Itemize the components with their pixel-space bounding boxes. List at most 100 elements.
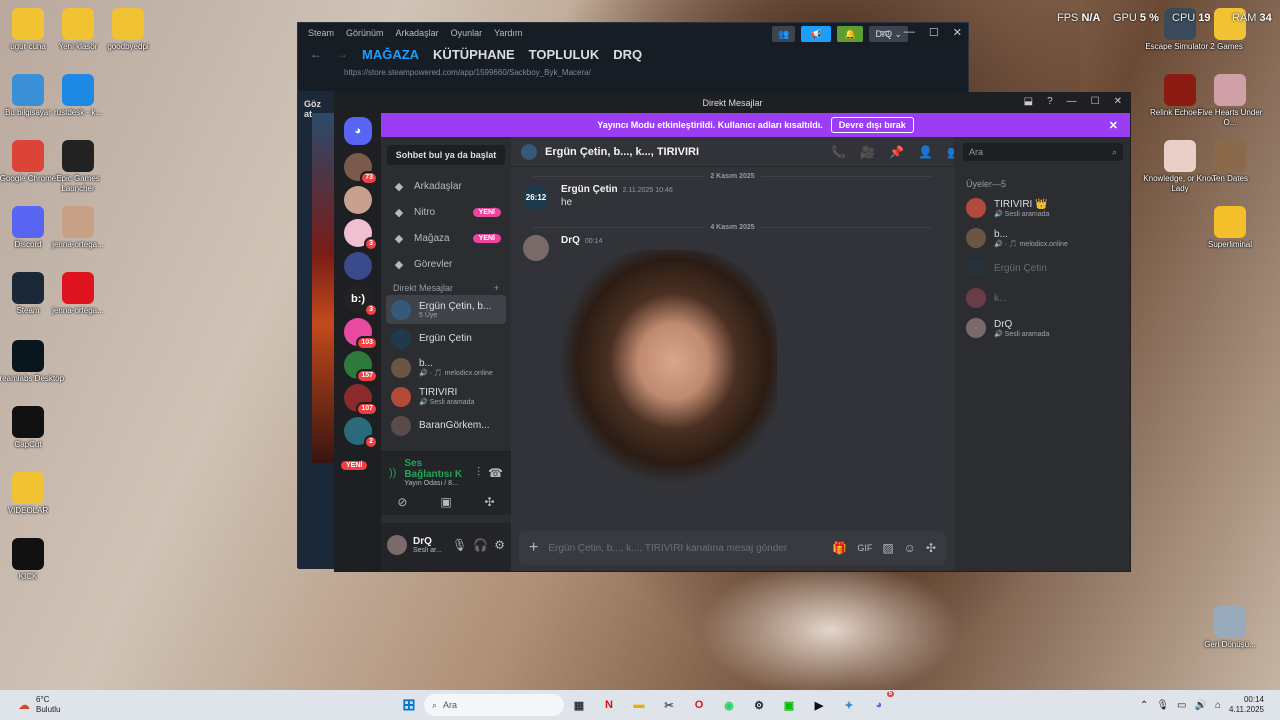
desktop-icon[interactable]: Geri Dönüşü... <box>1192 606 1268 650</box>
dm-item[interactable]: BaranGörkem... <box>386 411 506 440</box>
activities-icon[interactable]: ✣ <box>485 495 495 509</box>
steam-menu-games[interactable]: Oyunlar <box>451 28 483 38</box>
desktop-icon[interactable]: jenna-ortega... <box>40 206 116 250</box>
monitor-icon[interactable]: ▭ <box>880 26 890 39</box>
netflix-icon[interactable]: N <box>598 694 620 716</box>
snipping-tool-icon[interactable]: ✂ <box>658 694 680 716</box>
weather-widget[interactable]: ☁ 6°C Bulutlu <box>0 695 300 715</box>
desktop-icon[interactable]: Streamlabs Desktop <box>0 340 66 384</box>
server-icon[interactable]: b:) 3 <box>344 285 378 317</box>
tab-profile[interactable]: DRQ <box>613 47 642 62</box>
disable-streamer-button[interactable]: Devre dışı bırak <box>830 117 914 133</box>
settings-gear-icon[interactable]: ⚙ <box>494 538 505 552</box>
soundboard-icon[interactable]: ⫶ <box>477 465 480 480</box>
find-conversation-button[interactable]: Sohbet bul ya da başlat <box>387 145 505 165</box>
message-input[interactable] <box>548 542 823 554</box>
notification-bell-icon[interactable]: 🔔 <box>837 26 864 42</box>
opera-icon[interactable]: O <box>688 694 710 716</box>
volume-icon[interactable]: 🔊 <box>1195 700 1207 711</box>
screen-share-icon[interactable]: ▣ <box>440 495 451 509</box>
close-icon[interactable]: ✕ <box>1109 119 1118 132</box>
desktop-icon[interactable]: Epic Games Launcher <box>40 140 116 194</box>
windows-start-icon[interactable]: ⊞ <box>398 694 420 716</box>
message-author[interactable]: Ergün Çetin <box>561 184 618 195</box>
steam-menu-view[interactable]: Görünüm <box>346 28 384 38</box>
member-item[interactable]: Ergün Çetin <box>954 253 1130 283</box>
search-input[interactable]: Ara ⌕ <box>963 143 1123 161</box>
dm-item[interactable]: TIRIVIRI 🔊 Sesli aramada <box>386 382 506 411</box>
desktop-icon[interactable]: goodbyedpi <box>90 8 166 52</box>
desktop-icon[interactable]: Five Hearts Under O... <box>1192 74 1268 128</box>
avatar[interactable]: 26:12 <box>523 184 549 210</box>
tab-community[interactable]: TOPLULUK <box>529 47 600 62</box>
steam-menu-friends[interactable]: Arkadaşlar <box>396 28 439 38</box>
display-icon[interactable]: ▭ <box>1177 700 1186 711</box>
desktop-icon[interactable]: jenna-ortega... <box>40 272 116 316</box>
steam-url[interactable]: https://store.steampowered.com/app/15996… <box>298 65 968 81</box>
emoji-icon[interactable]: ☺ <box>904 541 916 555</box>
network-icon[interactable]: ⌂ <box>1215 700 1221 711</box>
nav-item[interactable]: ◆ Görevler <box>381 251 511 277</box>
add-dm-icon[interactable]: + <box>494 283 499 293</box>
headphones-icon[interactable]: 🎧 <box>473 538 488 552</box>
member-item[interactable]: b... 🔊 · 🎵 melodicx.online <box>954 223 1130 253</box>
member-item[interactable]: k... <box>954 283 1130 313</box>
back-arrow-icon[interactable]: ← <box>310 47 322 61</box>
desktop-icon[interactable]: KICK <box>0 538 66 582</box>
tab-library[interactable]: KÜTÜPHANE <box>433 47 515 62</box>
server-icon[interactable] <box>344 186 372 214</box>
minimize-icon[interactable]: — <box>1067 96 1077 107</box>
apps-icon[interactable]: ✣ <box>926 541 936 555</box>
desktop-icon[interactable]: CapCut <box>0 406 66 450</box>
voice-status[interactable]: Ses Bağlantısı K <box>404 458 469 480</box>
close-icon[interactable]: ✕ <box>1114 96 1122 107</box>
streamlabs-icon[interactable]: ▣ <box>778 694 800 716</box>
avatar[interactable] <box>387 535 407 555</box>
tab-store[interactable]: MAĞAZA <box>362 47 419 62</box>
member-item[interactable]: TIRIVIRI 👑 🔊 Sesli aramada <box>954 193 1130 223</box>
dm-item[interactable]: b... 🔊 · 🎵 melodicx.online <box>386 353 506 382</box>
network-app-icon[interactable]: ✦ <box>838 694 860 716</box>
discord-icon[interactable]: ◕ 5 <box>868 691 894 716</box>
voice-call-icon[interactable]: 📞 <box>831 145 846 159</box>
steam-menu-steam[interactable]: Steam <box>308 28 334 38</box>
server-icon[interactable]: 103 <box>344 318 378 350</box>
server-icon[interactable]: 2 <box>344 417 378 449</box>
forward-arrow-icon[interactable]: → <box>336 47 348 61</box>
nav-item[interactable]: ◆ Mağaza YENİ <box>381 225 511 251</box>
taskbar-search[interactable]: ⌕ Ara <box>424 694 564 716</box>
dm-item[interactable]: Ergün Çetin, b... 5 Üye <box>386 295 506 324</box>
desktop-icon[interactable]: rustdesk - k... <box>40 74 116 118</box>
voice-channel[interactable]: Yayın Odası / 8... <box>404 480 469 487</box>
chevron-up-icon[interactable]: ⌃ <box>1140 700 1148 711</box>
server-icon[interactable]: 73 <box>344 153 378 185</box>
maximize-icon[interactable]: ☐ <box>929 26 939 39</box>
discord-home-icon[interactable]: ◕ <box>344 117 372 145</box>
new-servers-badge[interactable]: YENİ <box>341 461 368 470</box>
inbox-icon[interactable]: ⬓ <box>1024 96 1033 107</box>
member-item[interactable]: DrQ 🔊 Sesli aramada <box>954 313 1130 343</box>
nav-item[interactable]: ◆ Arkadaşlar <box>381 173 511 199</box>
minimize-icon[interactable]: — <box>904 26 915 39</box>
server-icon[interactable] <box>344 252 372 280</box>
microphone-icon[interactable]: 🎙 <box>452 538 467 552</box>
sticker-icon[interactable]: ▨ <box>882 541 893 555</box>
steam-icon[interactable]: ⚙ <box>748 694 770 716</box>
message-author[interactable]: DrQ <box>561 235 580 246</box>
pin-icon[interactable]: 📌 <box>889 145 904 159</box>
media-player-icon[interactable]: ▶ <box>808 694 830 716</box>
clock[interactable]: 00:14 4.11.2025 <box>1229 695 1264 715</box>
friends-icon[interactable]: 👥 <box>772 26 796 42</box>
nav-item[interactable]: ◆ Nitro YENİ <box>381 199 511 225</box>
whatsapp-icon[interactable]: ◉ <box>718 694 740 716</box>
microphone-icon[interactable]: 🎙 <box>1156 700 1169 711</box>
video-call-icon[interactable]: 🎥 <box>860 145 875 159</box>
help-icon[interactable]: ? <box>1047 96 1053 107</box>
chat-title[interactable]: Ergün Çetin, b..., k..., TIRIVIRI <box>545 146 699 158</box>
maximize-icon[interactable]: ☐ <box>1091 96 1100 107</box>
gift-icon[interactable]: 🎁 <box>832 541 847 555</box>
steam-menu-help[interactable]: Yardım <box>494 28 522 38</box>
broadcast-icon[interactable]: 📢 <box>801 26 832 42</box>
desktop-icon[interactable]: Ten Dates <box>1192 140 1268 184</box>
file-explorer-icon[interactable]: ▬ <box>628 694 650 716</box>
